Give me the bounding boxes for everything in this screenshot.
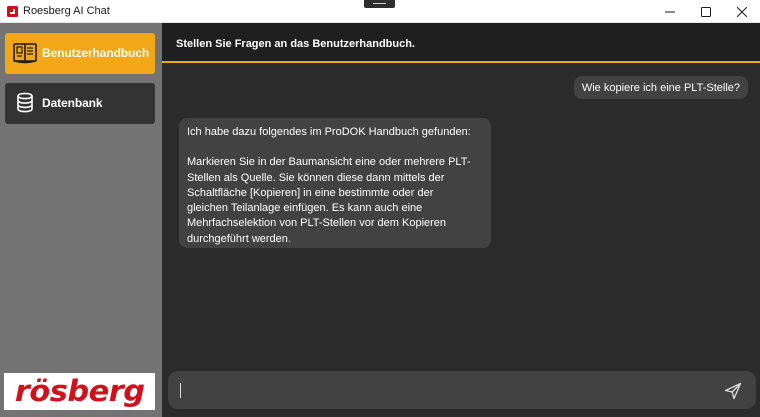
sidebar-item-benutzerhandbuch[interactable]: Benutzerhandbuch xyxy=(5,33,155,74)
company-logo: rösberg xyxy=(4,373,155,410)
book-icon xyxy=(13,43,37,64)
bot-message-line: gleichen Teilanlage einfügen. Es kann au… xyxy=(187,202,423,215)
bot-message-bubble: Ich habe dazu folgendes im ProDOK Handbu… xyxy=(179,118,491,248)
drag-handle-icon[interactable] xyxy=(364,0,395,8)
message-input-bar xyxy=(168,371,756,409)
sidebar-item-label: Datenbank xyxy=(42,96,103,110)
text-caret xyxy=(180,383,181,398)
message-input[interactable] xyxy=(178,377,708,403)
chat-header: Stellen Sie Fragen an das Benutzerhandbu… xyxy=(162,23,760,63)
chat-panel: Stellen Sie Fragen an das Benutzerhandbu… xyxy=(162,23,760,417)
window-title: Roesberg AI Chat xyxy=(23,5,110,17)
maximize-icon xyxy=(701,6,711,17)
bot-message-line: Stellen als Quelle. Sie können diese dan… xyxy=(187,171,445,184)
send-icon[interactable] xyxy=(724,382,742,400)
user-message-bubble: Wie kopiere ich eine PLT-Stelle? xyxy=(573,76,748,99)
bot-message-line: Schaltfläche [Kopieren] in eine bestimmt… xyxy=(187,186,434,199)
close-button[interactable] xyxy=(724,0,760,23)
title-bar: Roesberg AI Chat xyxy=(0,0,760,23)
database-icon xyxy=(17,92,33,113)
bot-message-intro: Ich habe dazu folgendes im ProDOK Handbu… xyxy=(187,126,471,138)
minimize-button[interactable] xyxy=(652,0,688,23)
bot-message-line: Mehrfachselektion von PLT-Stellen vor de… xyxy=(187,217,447,230)
maximize-button[interactable] xyxy=(688,0,724,23)
logo-text: rösberg xyxy=(14,374,145,408)
sidebar-item-label: Benutzerhandbuch xyxy=(42,46,150,60)
user-message-text: Wie kopiere ich eine PLT-Stelle? xyxy=(581,81,740,94)
bot-message-line: Markieren Sie in der Baumansicht eine od… xyxy=(187,156,471,169)
minimize-icon xyxy=(665,11,675,12)
close-icon xyxy=(737,6,747,17)
sidebar-item-datenbank[interactable]: Datenbank xyxy=(5,83,155,124)
app-logo-icon xyxy=(7,6,18,17)
sidebar: Benutzerhandbuch Datenbank rösberg xyxy=(0,23,162,417)
bot-message-line: durchgeführt werden. xyxy=(187,232,291,245)
page-title: Stellen Sie Fragen an das Benutzerhandbu… xyxy=(176,38,415,50)
bot-message-spacer xyxy=(187,140,483,155)
